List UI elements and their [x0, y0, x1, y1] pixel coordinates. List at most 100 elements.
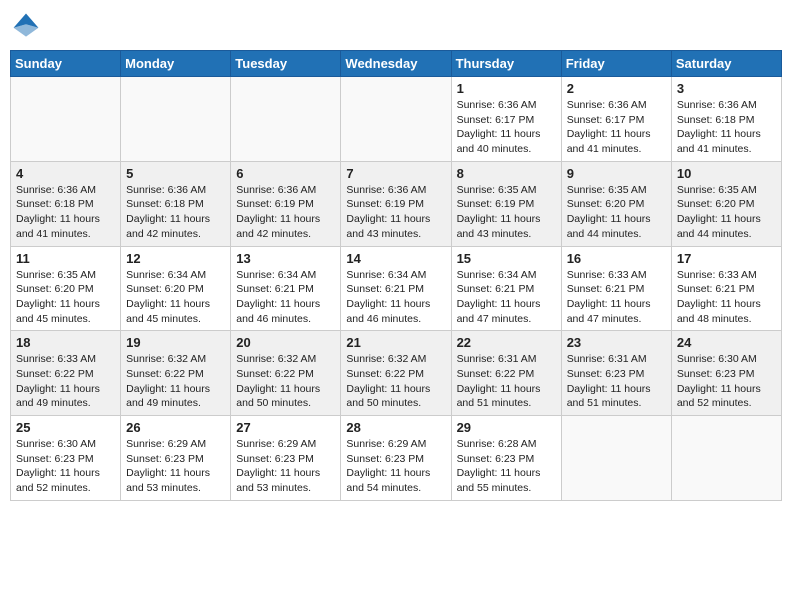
day-info: Sunrise: 6:32 AM Sunset: 6:22 PM Dayligh…	[236, 352, 335, 411]
calendar-week-row: 4 Sunrise: 6:36 AM Sunset: 6:18 PM Daylig…	[11, 161, 782, 246]
day-number: 1	[457, 81, 556, 96]
day-number: 18	[16, 335, 115, 350]
weekday-header-row: SundayMondayTuesdayWednesdayThursdayFrid…	[11, 51, 782, 77]
calendar-cell: 17 Sunrise: 6:33 AM Sunset: 6:21 PM Dayli…	[671, 246, 781, 331]
day-number: 17	[677, 251, 776, 266]
calendar-cell: 11 Sunrise: 6:35 AM Sunset: 6:20 PM Dayli…	[11, 246, 121, 331]
day-info: Sunrise: 6:28 AM Sunset: 6:23 PM Dayligh…	[457, 437, 556, 496]
calendar-cell: 9Sunrise: 6:35 AM Sunset: 6:20 PM Daylig…	[561, 161, 671, 246]
day-number: 25	[16, 420, 115, 435]
day-info: Sunrise: 6:35 AM Sunset: 6:20 PM Dayligh…	[16, 268, 115, 327]
day-number: 3	[677, 81, 776, 96]
day-info: Sunrise: 6:34 AM Sunset: 6:20 PM Dayligh…	[126, 268, 225, 327]
calendar-cell: 2 Sunrise: 6:36 AM Sunset: 6:17 PM Daylig…	[561, 77, 671, 162]
weekday-header-friday: Friday	[561, 51, 671, 77]
day-number: 27	[236, 420, 335, 435]
weekday-header-saturday: Saturday	[671, 51, 781, 77]
calendar-cell	[231, 77, 341, 162]
day-info: Sunrise: 6:34 AM Sunset: 6:21 PM Dayligh…	[457, 268, 556, 327]
weekday-header-thursday: Thursday	[451, 51, 561, 77]
day-number: 23	[567, 335, 666, 350]
day-info: Sunrise: 6:35 AM Sunset: 6:20 PM Dayligh…	[677, 183, 776, 242]
calendar-cell	[561, 416, 671, 501]
day-info: Sunrise: 6:36 AM Sunset: 6:19 PM Dayligh…	[236, 183, 335, 242]
day-info: Sunrise: 6:29 AM Sunset: 6:23 PM Dayligh…	[126, 437, 225, 496]
calendar-cell: 4 Sunrise: 6:36 AM Sunset: 6:18 PM Daylig…	[11, 161, 121, 246]
day-info: Sunrise: 6:36 AM Sunset: 6:17 PM Dayligh…	[567, 98, 666, 157]
day-info: Sunrise: 6:33 AM Sunset: 6:22 PM Dayligh…	[16, 352, 115, 411]
weekday-header-sunday: Sunday	[11, 51, 121, 77]
calendar-cell: 23 Sunrise: 6:31 AM Sunset: 6:23 PM Dayli…	[561, 331, 671, 416]
weekday-header-monday: Monday	[121, 51, 231, 77]
day-info: Sunrise: 6:36 AM Sunset: 6:18 PM Dayligh…	[16, 183, 115, 242]
day-number: 21	[346, 335, 445, 350]
calendar-cell	[11, 77, 121, 162]
day-info: Sunrise: 6:30 AM Sunset: 6:23 PM Dayligh…	[677, 352, 776, 411]
day-info: Sunrise: 6:31 AM Sunset: 6:23 PM Dayligh…	[567, 352, 666, 411]
calendar-cell: 22 Sunrise: 6:31 AM Sunset: 6:22 PM Dayli…	[451, 331, 561, 416]
day-info: Sunrise: 6:32 AM Sunset: 6:22 PM Dayligh…	[126, 352, 225, 411]
day-number: 22	[457, 335, 556, 350]
day-info: Sunrise: 6:36 AM Sunset: 6:18 PM Dayligh…	[677, 98, 776, 157]
calendar-cell: 8 Sunrise: 6:35 AM Sunset: 6:19 PM Daylig…	[451, 161, 561, 246]
day-info: Sunrise: 6:34 AM Sunset: 6:21 PM Dayligh…	[346, 268, 445, 327]
logo	[10, 10, 42, 42]
day-number: 14	[346, 251, 445, 266]
calendar-week-row: 25 Sunrise: 6:30 AM Sunset: 6:23 PM Dayli…	[11, 416, 782, 501]
calendar-cell: 5 Sunrise: 6:36 AM Sunset: 6:18 PM Daylig…	[121, 161, 231, 246]
day-info: Sunrise: 6:31 AM Sunset: 6:22 PM Dayligh…	[457, 352, 556, 411]
calendar-cell: 28 Sunrise: 6:29 AM Sunset: 6:23 PM Dayli…	[341, 416, 451, 501]
calendar-cell: 29Sunrise: 6:28 AM Sunset: 6:23 PM Dayli…	[451, 416, 561, 501]
calendar-cell: 3 Sunrise: 6:36 AM Sunset: 6:18 PM Daylig…	[671, 77, 781, 162]
calendar-cell: 25 Sunrise: 6:30 AM Sunset: 6:23 PM Dayli…	[11, 416, 121, 501]
day-number: 4	[16, 166, 115, 181]
calendar-cell: 21 Sunrise: 6:32 AM Sunset: 6:22 PM Dayli…	[341, 331, 451, 416]
day-number: 26	[126, 420, 225, 435]
calendar-cell: 16Sunrise: 6:33 AM Sunset: 6:21 PM Dayli…	[561, 246, 671, 331]
calendar-week-row: 11 Sunrise: 6:35 AM Sunset: 6:20 PM Dayli…	[11, 246, 782, 331]
day-number: 7	[346, 166, 445, 181]
day-info: Sunrise: 6:30 AM Sunset: 6:23 PM Dayligh…	[16, 437, 115, 496]
day-number: 12	[126, 251, 225, 266]
calendar-cell: 15 Sunrise: 6:34 AM Sunset: 6:21 PM Dayli…	[451, 246, 561, 331]
day-number: 5	[126, 166, 225, 181]
day-info: Sunrise: 6:34 AM Sunset: 6:21 PM Dayligh…	[236, 268, 335, 327]
calendar-cell: 24Sunrise: 6:30 AM Sunset: 6:23 PM Dayli…	[671, 331, 781, 416]
calendar-cell: 27 Sunrise: 6:29 AM Sunset: 6:23 PM Dayli…	[231, 416, 341, 501]
day-number: 8	[457, 166, 556, 181]
calendar-table: SundayMondayTuesdayWednesdayThursdayFrid…	[10, 50, 782, 501]
calendar-cell: 19 Sunrise: 6:32 AM Sunset: 6:22 PM Dayli…	[121, 331, 231, 416]
day-info: Sunrise: 6:33 AM Sunset: 6:21 PM Dayligh…	[677, 268, 776, 327]
day-number: 2	[567, 81, 666, 96]
day-info: Sunrise: 6:29 AM Sunset: 6:23 PM Dayligh…	[236, 437, 335, 496]
calendar-cell: 12 Sunrise: 6:34 AM Sunset: 6:20 PM Dayli…	[121, 246, 231, 331]
calendar-cell: 20 Sunrise: 6:32 AM Sunset: 6:22 PM Dayli…	[231, 331, 341, 416]
logo-icon	[10, 10, 42, 42]
calendar-cell: 14 Sunrise: 6:34 AM Sunset: 6:21 PM Dayli…	[341, 246, 451, 331]
calendar-week-row: 1 Sunrise: 6:36 AM Sunset: 6:17 PM Daylig…	[11, 77, 782, 162]
day-number: 11	[16, 251, 115, 266]
weekday-header-wednesday: Wednesday	[341, 51, 451, 77]
day-info: Sunrise: 6:33 AM Sunset: 6:21 PM Dayligh…	[567, 268, 666, 327]
calendar-cell: 7 Sunrise: 6:36 AM Sunset: 6:19 PM Daylig…	[341, 161, 451, 246]
day-info: Sunrise: 6:29 AM Sunset: 6:23 PM Dayligh…	[346, 437, 445, 496]
day-number: 15	[457, 251, 556, 266]
calendar-cell: 10Sunrise: 6:35 AM Sunset: 6:20 PM Dayli…	[671, 161, 781, 246]
day-info: Sunrise: 6:32 AM Sunset: 6:22 PM Dayligh…	[346, 352, 445, 411]
calendar-cell: 1 Sunrise: 6:36 AM Sunset: 6:17 PM Daylig…	[451, 77, 561, 162]
day-number: 28	[346, 420, 445, 435]
calendar-cell: 13Sunrise: 6:34 AM Sunset: 6:21 PM Dayli…	[231, 246, 341, 331]
day-info: Sunrise: 6:35 AM Sunset: 6:20 PM Dayligh…	[567, 183, 666, 242]
calendar-cell: 6 Sunrise: 6:36 AM Sunset: 6:19 PM Daylig…	[231, 161, 341, 246]
day-info: Sunrise: 6:36 AM Sunset: 6:18 PM Dayligh…	[126, 183, 225, 242]
day-info: Sunrise: 6:35 AM Sunset: 6:19 PM Dayligh…	[457, 183, 556, 242]
day-number: 20	[236, 335, 335, 350]
day-number: 19	[126, 335, 225, 350]
calendar-cell: 26 Sunrise: 6:29 AM Sunset: 6:23 PM Dayli…	[121, 416, 231, 501]
day-number: 6	[236, 166, 335, 181]
day-info: Sunrise: 6:36 AM Sunset: 6:17 PM Dayligh…	[457, 98, 556, 157]
day-info: Sunrise: 6:36 AM Sunset: 6:19 PM Dayligh…	[346, 183, 445, 242]
calendar-cell	[121, 77, 231, 162]
calendar-cell: 18 Sunrise: 6:33 AM Sunset: 6:22 PM Dayli…	[11, 331, 121, 416]
weekday-header-tuesday: Tuesday	[231, 51, 341, 77]
